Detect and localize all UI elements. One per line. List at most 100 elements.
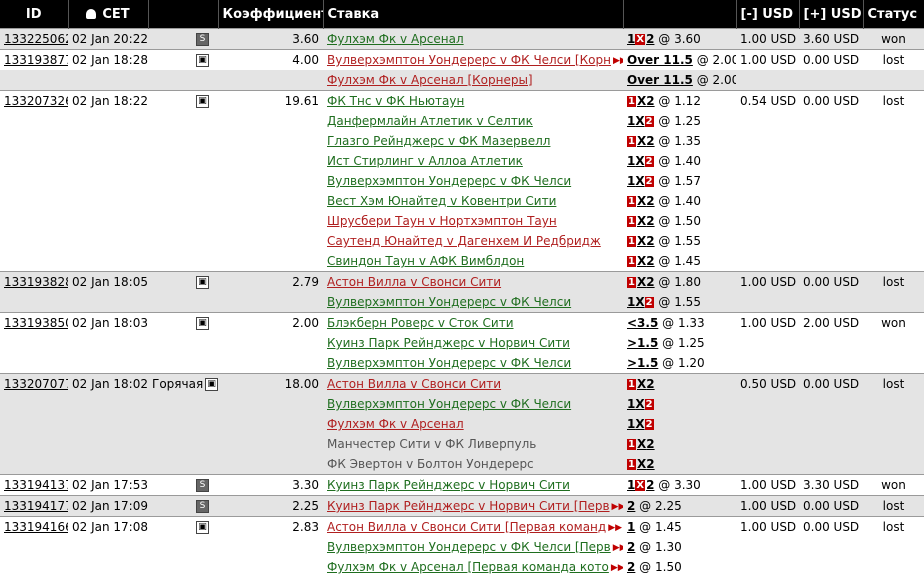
selected-outcome-mark: 2 xyxy=(644,297,654,308)
event-link[interactable]: Вулверхэмптон Уондерерс v ФК Челси xyxy=(327,174,571,188)
event-link[interactable]: Куинз Парк Рейнджерс v Норвич Сити xyxy=(327,336,570,350)
cell-event: Фулхэм Фк v Арсенал [Первая команда кото… xyxy=(323,557,623,577)
event-link[interactable]: Фулхэм Фк v Арсенал [Корнеры] xyxy=(327,73,533,87)
event-link[interactable]: Астон Вилла v Свонси Сити [Первая команд xyxy=(327,520,606,534)
double-arrow-icon: ▶▶ xyxy=(610,562,623,573)
event-link[interactable]: Вест Хэм Юнайтед v Ковентри Сити xyxy=(327,194,556,208)
event-link[interactable]: Астон Вилла v Свонси Сити xyxy=(327,377,501,391)
event-link[interactable]: Вулверхэмптон Уондерерс v ФК Челси xyxy=(327,356,571,370)
selected-outcome-mark: 1 xyxy=(627,216,636,227)
cell-date: 02 Jan 18:02 xyxy=(68,373,148,394)
cell-selection: 1X2 xyxy=(623,434,736,454)
event-link[interactable]: Саутенд Юнайтед v Дагенхем И Редбридж xyxy=(327,234,601,248)
cell-date xyxy=(68,557,148,577)
cell-date xyxy=(68,414,148,434)
table-row: Вулверхэмптон Уондерерс v ФК Челси 1X2 @ … xyxy=(0,292,924,313)
cell-event: Саутенд Юнайтед v Дагенхем И Редбридж xyxy=(323,231,623,251)
cell-stake-usd xyxy=(736,414,799,434)
selection-odds: @ 1.25 xyxy=(658,336,705,350)
bet-id-link[interactable]: 133207326 xyxy=(4,94,68,108)
odds-value: 2.00 xyxy=(712,53,736,67)
cell-status xyxy=(863,211,924,231)
cell-win-usd xyxy=(799,353,863,374)
cell-win-usd xyxy=(799,131,863,151)
cell-type xyxy=(148,251,218,272)
cell-status: lost xyxy=(863,495,924,517)
event-link[interactable]: ФК Тнс v ФК Ньютаун xyxy=(327,94,464,108)
table-row: Фулхэм Фк v Арсенал [Корнеры] Over 11.5 @… xyxy=(0,70,924,91)
bet-id-link[interactable]: 133194166 xyxy=(4,520,68,534)
event-link[interactable]: Фулхэм Фк v Арсенал [Первая команда кото xyxy=(327,560,609,574)
bet-id-link[interactable]: 133194137 xyxy=(4,478,68,492)
cell-id: 133194166 xyxy=(0,516,68,537)
cell-event: Вулверхэмптон Уондерерс v ФК Челси xyxy=(323,292,623,313)
cell-stake-usd xyxy=(736,251,799,272)
bet-id-link[interactable]: 133193828 xyxy=(4,275,68,289)
event-link[interactable]: Вулверхэмптон Уондерерс v ФК Челси [Корн xyxy=(327,53,611,67)
cell-selection: 1X2 xyxy=(623,373,736,394)
event-link[interactable]: Свиндон Таун v АФК Вимблдон xyxy=(327,254,524,268)
cell-coef: 2.00 xyxy=(218,312,323,333)
cell-type xyxy=(148,414,218,434)
event-link[interactable]: Куинз Парк Рейнджерс v Норвич Сити [Перв xyxy=(327,499,610,513)
cell-status xyxy=(863,353,924,374)
col-status[interactable]: Статус xyxy=(863,0,924,29)
selection-label: 1X2 xyxy=(627,94,655,108)
event-link[interactable]: Астон Вилла v Свонси Сити xyxy=(327,275,501,289)
cell-event: Шрусбери Таун v Нортхэмптон Таун xyxy=(323,211,623,231)
user-icon xyxy=(86,9,97,19)
cell-win-usd xyxy=(799,111,863,131)
event-link[interactable]: Блэкберн Роверс v Сток Сити xyxy=(327,316,514,330)
event-link[interactable]: Глазго Рейнджерс v ФК Мазервелл xyxy=(327,134,550,148)
event-link[interactable]: Ист Стирлинг v Аллоа Атлетик xyxy=(327,154,523,168)
cell-stake-usd xyxy=(736,70,799,91)
event-link[interactable]: Фулхэм Фк v Арсенал xyxy=(327,417,464,431)
odds-value: 1.55 xyxy=(674,234,701,248)
col-id[interactable]: ID xyxy=(0,0,69,29)
bet-id-link[interactable]: 133193877 xyxy=(4,53,68,67)
event-link[interactable]: Вулверхэмптон Уондерерс v ФК Челси xyxy=(327,397,571,411)
cell-status: lost xyxy=(863,271,924,292)
cell-coef: 2.79 xyxy=(218,271,323,292)
cell-type: S xyxy=(148,28,218,50)
cell-selection: 1 X2 @ 1.80 xyxy=(623,271,736,292)
event-link[interactable]: Вулверхэмптон Уондерерс v ФК Челси xyxy=(327,295,571,309)
odds-value: 3.60 xyxy=(674,32,701,46)
bet-id-link[interactable]: 133194177 xyxy=(4,499,68,513)
selection-label: 1X2 xyxy=(627,134,655,148)
event-link[interactable]: Куинз Парк Рейнджерс v Норвич Сити xyxy=(327,478,570,492)
col-cet[interactable]: CET xyxy=(68,0,149,29)
bet-id-link[interactable]: 133225062 xyxy=(4,32,68,46)
cell-stake-usd: 1.00 USD xyxy=(736,474,799,496)
event-link[interactable]: Данфермлайн Атлетик v Селтик xyxy=(327,114,533,128)
event-link[interactable]: Фулхэм Фк v Арсенал xyxy=(327,32,464,46)
cell-status xyxy=(863,454,924,475)
cell-selection: 1X 2 @ 3.30 xyxy=(623,474,736,496)
cell-status xyxy=(863,394,924,414)
cell-status xyxy=(863,70,924,91)
cell-event: Вулверхэмптон Уондерерс v ФК Челси [Перв… xyxy=(323,537,623,557)
bet-id-link[interactable]: 133207077 xyxy=(4,377,68,391)
cell-date: 02 Jan 18:05 xyxy=(68,271,148,292)
bet-id-link[interactable]: 133193850 xyxy=(4,316,68,330)
col-minus-usd[interactable]: [-] USD xyxy=(736,0,800,29)
col-coef[interactable]: Коэффициент xyxy=(218,0,324,29)
col-stake[interactable]: Ставка xyxy=(323,0,624,29)
selection-odds: @ 2.25 xyxy=(635,499,682,513)
cell-status xyxy=(863,151,924,171)
table-row: Вулверхэмптон Уондерерс v ФК Челси 1X2 xyxy=(0,394,924,414)
cell-type xyxy=(148,151,218,171)
event-link[interactable]: Вулверхэмптон Уондерерс v ФК Челси [Перв xyxy=(327,540,611,554)
cell-coef xyxy=(218,211,323,231)
cell-id xyxy=(0,191,68,211)
cell-stake-usd: 1.00 USD xyxy=(736,271,799,292)
event-link[interactable]: Шрусбери Таун v Нортхэмптон Таун xyxy=(327,214,557,228)
cell-coef xyxy=(218,434,323,454)
table-row: Ист Стирлинг v Аллоа Атлетик 1X2 @ 1.40 xyxy=(0,151,924,171)
cell-id xyxy=(0,333,68,353)
table-row: 133194166 02 Jan 17:08 ▣ 2.83 Астон Вилла v … xyxy=(0,516,924,537)
col-plus-usd[interactable]: [+] USD xyxy=(799,0,864,29)
cell-coef xyxy=(218,131,323,151)
cell-type xyxy=(148,557,218,577)
cell-date xyxy=(68,292,148,313)
